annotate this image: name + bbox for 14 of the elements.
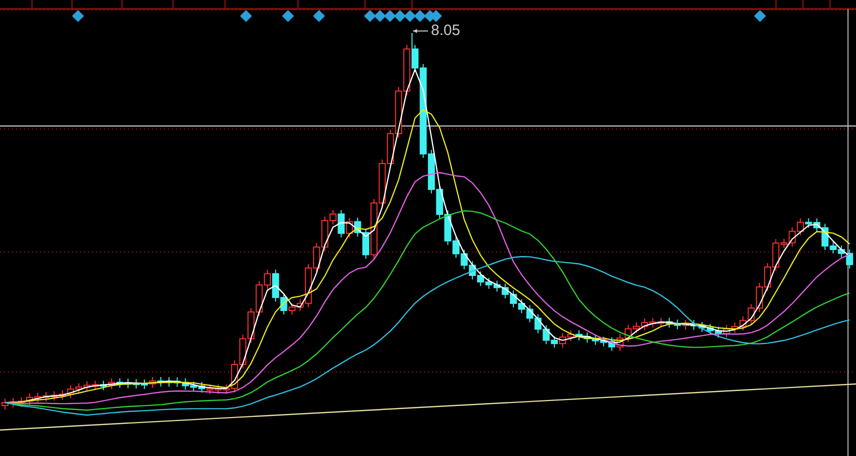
signal-marker-icon (404, 10, 416, 22)
signal-marker-icon (414, 10, 426, 22)
signal-marker-icon (282, 10, 294, 22)
signal-marker-icon (72, 10, 84, 22)
leader-line (412, 29, 428, 33)
signal-marker-icon (240, 10, 252, 22)
signal-marker-icon (430, 10, 442, 22)
price-high-label: 8.05 (431, 22, 460, 40)
signal-marker-icon (364, 10, 376, 22)
signal-marker-icon (384, 10, 396, 22)
signal-marker-icon (754, 10, 766, 22)
signal-marker-icon (313, 10, 325, 22)
signal-marker-icon (374, 10, 386, 22)
signal-marker-icon (394, 10, 406, 22)
